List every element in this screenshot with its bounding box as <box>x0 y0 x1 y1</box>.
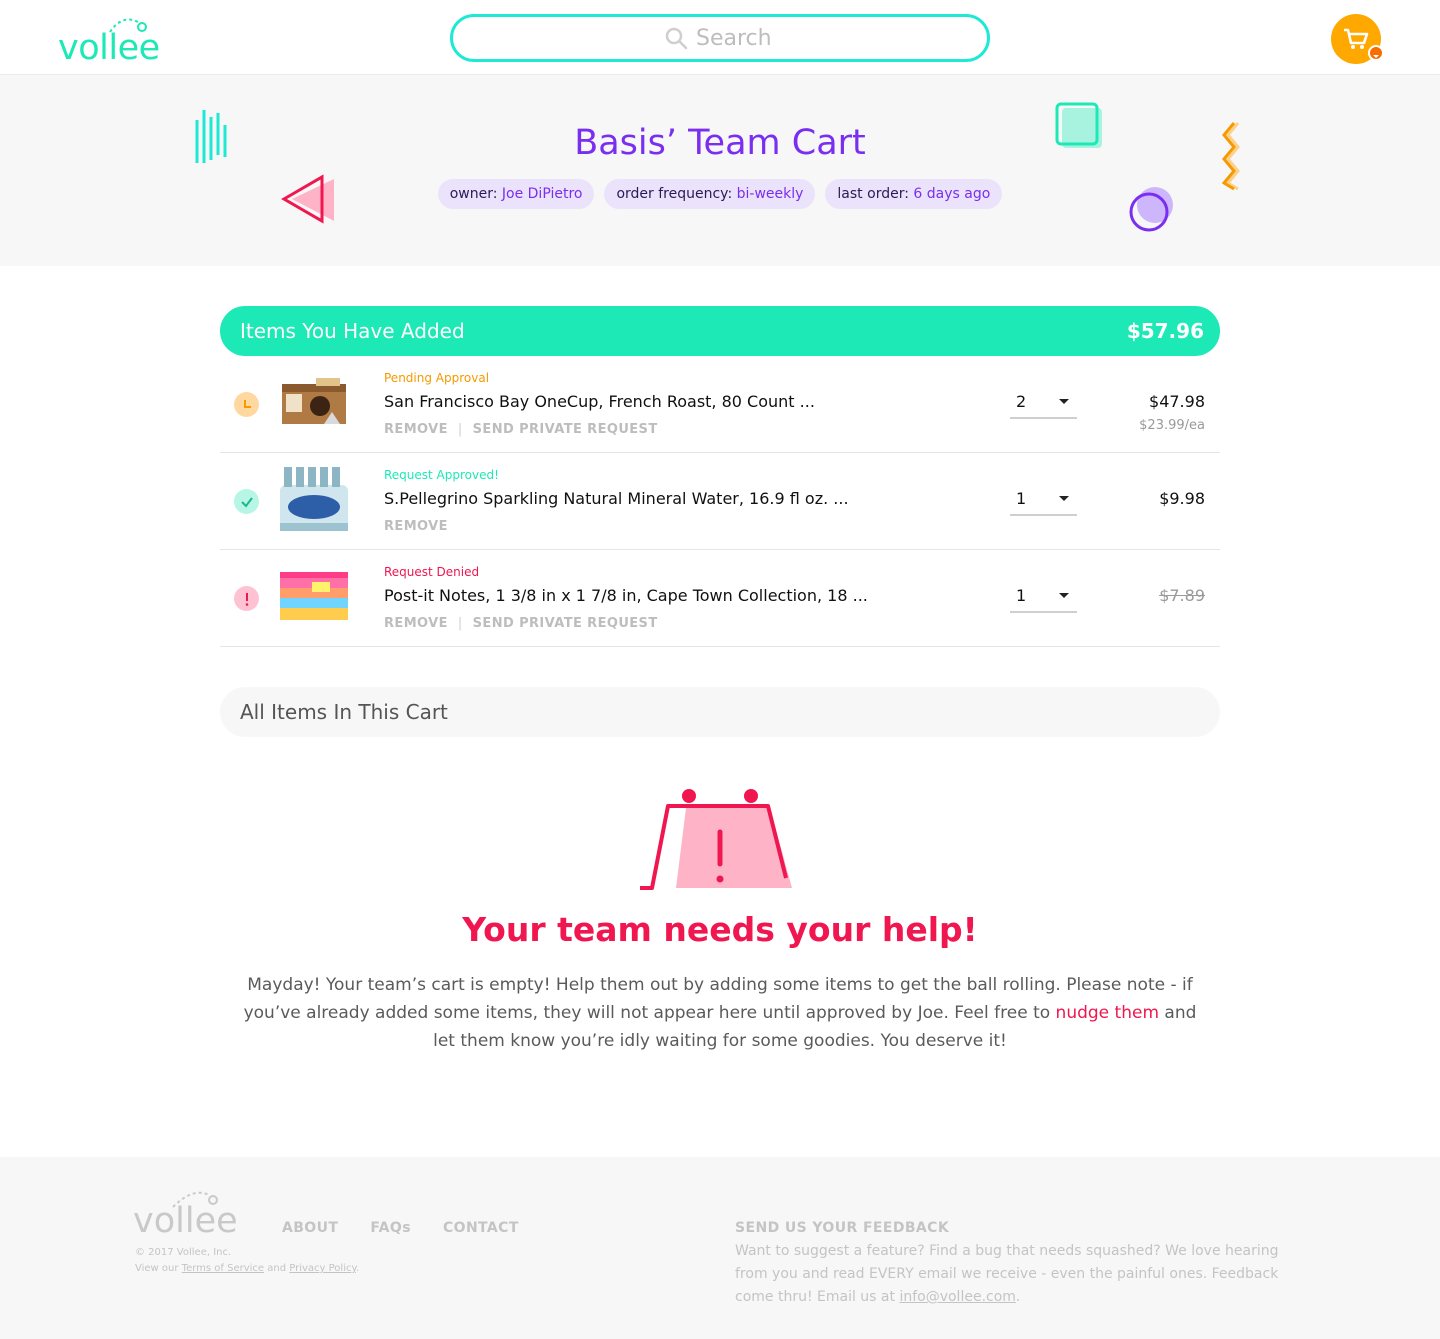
legal-text: . <box>355 1263 360 1274</box>
footer-link-about[interactable]: ABOUT <box>282 1220 338 1236</box>
logo-text: vollee <box>58 28 160 68</box>
feedback-title: SEND US YOUR FEEDBACK <box>735 1220 950 1236</box>
chip-value: 6 days ago <box>913 186 991 202</box>
item-price: $9.98 <box>1159 489 1205 508</box>
item-price-struck: $7.89 <box>1159 586 1205 605</box>
caret-down-icon <box>1059 399 1069 404</box>
footer-link-contact[interactable]: CONTACT <box>443 1220 519 1236</box>
search-bar[interactable] <box>450 14 990 62</box>
caret-down-icon <box>1059 593 1069 598</box>
vollee-logo[interactable]: vollee <box>58 12 170 68</box>
empty-state-text: Mayday! Your team’s cart is empty! Help … <box>235 971 1205 1055</box>
remove-button[interactable]: REMOVE <box>384 422 448 437</box>
item-actions: REMOVE <box>384 519 448 534</box>
quantity-select[interactable]: 1 <box>1010 584 1077 613</box>
copyright: © 2017 Vollee, Inc. <box>135 1247 232 1258</box>
owner-chip: owner: Joe DiPietro <box>437 179 595 209</box>
alert-icon <box>234 586 259 611</box>
remove-button[interactable]: REMOVE <box>384 519 448 534</box>
all-items-header: All Items In This Cart <box>220 687 1220 737</box>
chip-label: order frequency: <box>616 186 733 202</box>
section-title: All Items In This Cart <box>240 700 448 724</box>
product-image-water <box>280 467 348 531</box>
remove-button[interactable]: REMOVE <box>384 616 448 631</box>
search-input[interactable] <box>696 25 776 51</box>
top-bar: vollee <box>0 0 1440 75</box>
last-order-chip: last order: 6 days ago <box>825 179 1003 209</box>
item-unit-price: $23.99/ea <box>1139 418 1205 433</box>
cart-item-row: Request Approved! S.Pellegrino Sparkling… <box>220 453 1220 550</box>
added-total: $57.96 <box>1126 319 1204 343</box>
chevron-down-icon <box>1373 55 1379 58</box>
footer: vollee © 2017 Vollee, Inc. View our Term… <box>0 1157 1440 1339</box>
privacy-link[interactable]: Privacy Policy <box>289 1263 356 1274</box>
quantity-value: 1 <box>1016 489 1027 508</box>
footer-logo[interactable]: vollee <box>133 1185 245 1241</box>
legal-links: View our Terms of Service and Privacy Po… <box>135 1261 359 1277</box>
action-separator: | <box>457 616 463 631</box>
quantity-value: 2 <box>1016 392 1027 411</box>
caret-down-icon <box>1059 496 1069 501</box>
chip-label: last order: <box>837 186 909 202</box>
cart-meta-chips: owner: Joe DiPietro order frequency: bi-… <box>0 179 1440 209</box>
footer-link-faqs[interactable]: FAQs <box>370 1220 411 1236</box>
item-name[interactable]: San Francisco Bay OneCup, French Roast, … <box>384 392 815 411</box>
empty-cart-icon <box>640 789 792 890</box>
action-separator: | <box>457 422 463 437</box>
quantity-select[interactable]: 2 <box>1010 390 1077 419</box>
item-status-denied: Request Denied <box>384 565 480 579</box>
clock-icon <box>234 392 259 417</box>
chip-value: bi-weekly <box>736 186 804 202</box>
product-image-postit <box>280 572 348 620</box>
legal-text: and <box>264 1263 290 1274</box>
footer-nav: ABOUT FAQs CONTACT <box>282 1220 519 1236</box>
send-private-request-button[interactable]: SEND PRIVATE REQUEST <box>473 616 658 631</box>
page-title: Basis’ Team Cart <box>574 123 866 163</box>
cart-hero: Basis’ Team Cart owner: Joe DiPietro ord… <box>0 75 1440 266</box>
feedback-text: Want to suggest a feature? Find a bug th… <box>735 1240 1295 1309</box>
quantity-value: 1 <box>1016 586 1027 605</box>
cart-item-row: Pending Approval San Francisco Bay OneCu… <box>220 356 1220 453</box>
legal-text: View our <box>135 1263 182 1274</box>
quantity-select[interactable]: 1 <box>1010 487 1077 516</box>
product-image-coffee <box>282 378 346 424</box>
nudge-them-link[interactable]: nudge them <box>1056 1003 1159 1023</box>
item-name[interactable]: S.Pellegrino Sparkling Natural Mineral W… <box>384 489 849 508</box>
chip-value: Joe DiPietro <box>501 186 583 202</box>
feedback-end: . <box>1015 1289 1021 1305</box>
item-name[interactable]: Post-it Notes, 1 3/8 in x 1 7/8 in, Cape… <box>384 586 868 605</box>
cart-item-row: Request Denied Post-it Notes, 1 3/8 in x… <box>220 550 1220 647</box>
empty-state-title: Your team needs your help! <box>462 910 978 949</box>
cart-dropdown-badge[interactable] <box>1368 45 1384 61</box>
footer-logo-text: vollee <box>133 1201 238 1241</box>
item-actions: REMOVE | SEND PRIVATE REQUEST <box>384 616 658 631</box>
empty-text-part: Mayday! Your team’s cart is empty! Help … <box>243 975 1193 1023</box>
item-price: $47.98 <box>1149 392 1205 411</box>
feedback-email-link[interactable]: info@vollee.com <box>899 1289 1015 1305</box>
section-title: Items You Have Added <box>240 319 465 343</box>
check-icon <box>234 489 259 514</box>
send-private-request-button[interactable]: SEND PRIVATE REQUEST <box>473 422 658 437</box>
order-frequency-chip: order frequency: bi-weekly <box>604 179 816 209</box>
terms-link[interactable]: Terms of Service <box>182 1263 264 1274</box>
item-status-pending: Pending Approval <box>384 371 490 385</box>
cart-icon <box>1344 28 1369 49</box>
item-actions: REMOVE | SEND PRIVATE REQUEST <box>384 422 658 437</box>
search-icon <box>665 27 688 50</box>
footer-legal: © 2017 Vollee, Inc. View our Terms of Se… <box>135 1245 359 1277</box>
item-status-approved: Request Approved! <box>384 468 499 482</box>
items-added-header: Items You Have Added $57.96 <box>220 306 1220 356</box>
chip-label: owner: <box>449 186 498 202</box>
